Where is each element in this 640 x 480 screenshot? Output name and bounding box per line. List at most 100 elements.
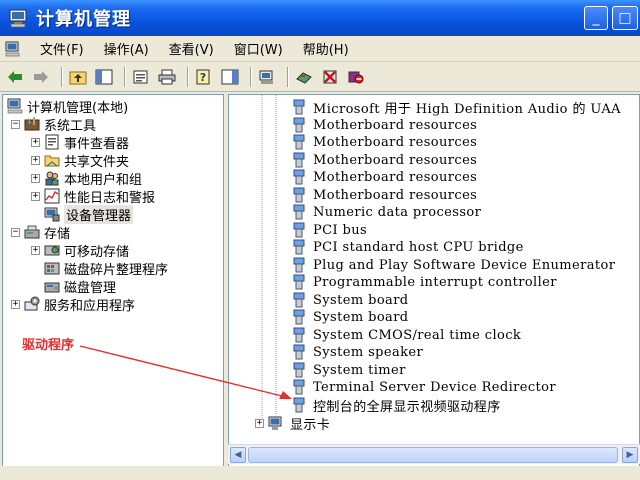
minimize-button[interactable]: _: [584, 6, 608, 30]
performance-icon: [44, 188, 60, 204]
annotation-label: 驱动程序: [22, 338, 75, 353]
device-label: Terminal Server Device Redirector: [313, 379, 557, 395]
forward-arrow-icon: [34, 70, 48, 83]
back-arrow-icon: [8, 70, 22, 83]
expand-toggle[interactable]: +: [31, 191, 40, 201]
event-viewer-icon: [45, 134, 59, 150]
tree-item-event-viewer[interactable]: + 事件查看器: [31, 133, 129, 152]
tree-item-services-applications[interactable]: + 服务和应用程序: [11, 295, 136, 314]
title-bar[interactable]: 计算机管理 _ □: [0, 0, 640, 36]
back-button[interactable]: [4, 66, 26, 88]
console-tree-pane[interactable]: 计算机管理(本地) − 系统工具 + 事件查看器 + 共享文件夹 + 本地用户和…: [2, 94, 224, 480]
expand-toggle[interactable]: +: [31, 155, 40, 165]
tree-label: 存储: [44, 226, 71, 242]
tree-item-disk-management[interactable]: 磁盘管理: [44, 277, 116, 296]
update-driver-button[interactable]: [293, 66, 315, 88]
device-item[interactable]: System board: [291, 291, 409, 309]
device-item[interactable]: System CMOS/real time clock: [291, 326, 521, 344]
device-label: PCI standard host CPU bridge: [313, 239, 524, 255]
expand-toggle[interactable]: +: [31, 137, 40, 147]
computer-management-icon: [9, 9, 27, 28]
help-button[interactable]: ?: [193, 66, 215, 88]
device-item[interactable]: Plug and Play Software Device Enumerator: [291, 256, 615, 274]
system-device-icon: [293, 292, 305, 308]
scan-hardware-button[interactable]: [256, 66, 278, 88]
tree-label: 共享文件夹: [64, 154, 130, 170]
tree-item-computer-management[interactable]: 计算机管理(本地): [7, 97, 128, 116]
forward-button[interactable]: [30, 66, 52, 88]
device-label: System speaker: [313, 344, 424, 360]
tree-item-system-tools[interactable]: − 系统工具: [11, 115, 97, 134]
device-list-pane[interactable]: Microsoft 用于 High Definition Audio 的 UAA…: [228, 94, 640, 470]
system-device-icon: [293, 117, 305, 133]
device-manager-icon: [44, 207, 60, 222]
device-item[interactable]: Motherboard resources: [291, 186, 477, 204]
tree-item-device-manager[interactable]: 设备管理器: [44, 204, 134, 224]
tree-label: 服务和应用程序: [44, 298, 136, 314]
system-device-icon: [293, 204, 305, 220]
device-item[interactable]: Programmable interrupt controller: [291, 273, 557, 291]
device-item[interactable]: Terminal Server Device Redirector: [291, 378, 556, 396]
tree-item-removable-storage[interactable]: + 可移动存储: [31, 241, 129, 260]
tree-item-shared-folders[interactable]: + 共享文件夹: [31, 151, 130, 170]
device-category-display-adapters[interactable]: + 显示卡: [255, 414, 330, 433]
menu-help[interactable]: 帮助(H): [293, 39, 359, 58]
pane-icon: [221, 69, 239, 84]
show-hide-action-pane-button[interactable]: [219, 66, 241, 88]
device-item[interactable]: Motherboard resources: [291, 133, 477, 151]
system-device-icon: [293, 379, 305, 395]
tree-item-performance-logs[interactable]: + 性能日志和警报: [31, 187, 155, 206]
menu-window[interactable]: 窗口(W): [224, 39, 293, 58]
expand-toggle[interactable]: +: [11, 299, 20, 309]
maximize-button[interactable]: □: [612, 6, 638, 30]
up-one-level-button[interactable]: [67, 66, 89, 88]
device-label: Motherboard resources: [313, 187, 478, 203]
uninstall-button[interactable]: [319, 66, 341, 88]
help-icon: ?: [196, 69, 210, 84]
device-item[interactable]: System speaker: [291, 343, 423, 361]
scroll-left-button[interactable]: ◀: [230, 447, 246, 463]
device-item[interactable]: Microsoft 用于 High Definition Audio 的 UAA: [291, 98, 621, 117]
device-label: Motherboard resources: [313, 152, 478, 168]
device-item[interactable]: PCI bus: [291, 221, 367, 239]
device-item[interactable]: Motherboard resources: [291, 116, 477, 134]
device-item[interactable]: Numeric data processor: [291, 203, 481, 221]
tree-item-disk-defragmenter[interactable]: 磁盘碎片整理程序: [44, 259, 169, 278]
disable-button[interactable]: [345, 66, 367, 88]
collapse-toggle[interactable]: −: [11, 227, 20, 237]
horizontal-scrollbar[interactable]: ◀ ▶: [228, 444, 640, 464]
scroll-thumb[interactable]: [248, 447, 618, 463]
users-icon: [45, 171, 59, 186]
maximize-icon: □: [618, 10, 632, 26]
system-device-icon: [293, 274, 305, 290]
expand-toggle[interactable]: +: [31, 245, 40, 255]
show-hide-tree-button[interactable]: [93, 66, 115, 88]
folder-up-icon: [69, 71, 87, 84]
device-label: System CMOS/real time clock: [313, 327, 522, 343]
tree-item-local-users[interactable]: + 本地用户和组: [31, 169, 142, 188]
print-button[interactable]: [156, 66, 178, 88]
device-item[interactable]: Motherboard resources: [291, 151, 477, 169]
system-device-icon: [293, 222, 305, 238]
update-driver-icon: [296, 71, 312, 84]
tree-label: 磁盘碎片整理程序: [64, 262, 169, 278]
menu-action[interactable]: 操作(A): [94, 39, 159, 58]
menu-view[interactable]: 查看(V): [159, 39, 224, 58]
scroll-right-button[interactable]: ▶: [622, 447, 638, 463]
tree-label: 系统工具: [44, 118, 97, 134]
collapse-toggle[interactable]: −: [11, 119, 20, 129]
system-device-icon: [293, 169, 305, 185]
properties-button[interactable]: [130, 66, 152, 88]
system-device-icon: [293, 239, 305, 255]
device-item[interactable]: System board: [291, 308, 409, 326]
device-item[interactable]: System timer: [291, 361, 406, 379]
expand-toggle[interactable]: +: [31, 173, 40, 183]
tree-item-storage[interactable]: − 存储: [11, 223, 71, 242]
device-item[interactable]: Motherboard resources: [291, 168, 477, 186]
menu-file[interactable]: 文件(F): [30, 39, 94, 58]
system-menu-icon[interactable]: [4, 40, 22, 58]
device-item[interactable]: PCI standard host CPU bridge: [291, 238, 524, 256]
toolbar-separator: [287, 66, 288, 87]
device-item[interactable]: 控制台的全屏显示视频驱动程序: [291, 396, 501, 415]
expand-toggle[interactable]: +: [255, 418, 264, 428]
